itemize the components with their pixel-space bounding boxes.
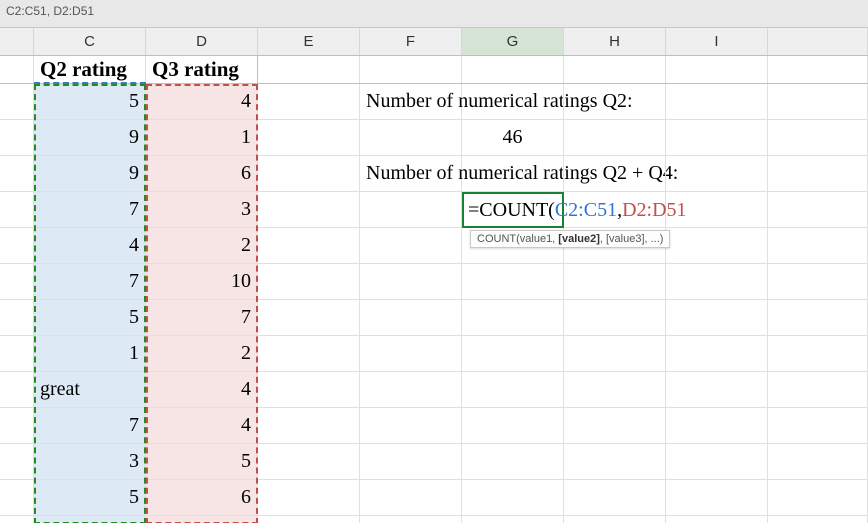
table-row: 3 5	[0, 444, 868, 480]
cell-D[interactable]: 6	[146, 156, 258, 191]
q2-count-value[interactable]: 46	[462, 120, 564, 155]
cell-D[interactable]: 2	[146, 336, 258, 371]
cell-C[interactable]: 5	[34, 480, 146, 515]
table-row: 4 2	[0, 228, 868, 264]
col-header-H[interactable]: H	[564, 28, 666, 55]
col-header-E[interactable]: E	[258, 28, 360, 55]
header-D[interactable]: Q3 rating	[146, 56, 258, 83]
cell-D[interactable]: 4	[146, 372, 258, 407]
col-header-F[interactable]: F	[360, 28, 462, 55]
cell-D[interactable]: 6	[146, 480, 258, 515]
table-row: 5 7	[0, 300, 868, 336]
cell-D[interactable]: 1	[146, 120, 258, 155]
header-C[interactable]: Q2 rating	[34, 56, 146, 83]
cell-C[interactable]: 4	[34, 228, 146, 263]
cell-C[interactable]: 7	[34, 408, 146, 443]
label-q2[interactable]: Number of numerical ratings Q2:	[360, 84, 462, 119]
cell-D[interactable]: 5	[146, 444, 258, 479]
formula-equals: =	[468, 199, 479, 222]
col-header-G[interactable]: G	[462, 28, 564, 55]
table-row: 7 4	[0, 408, 868, 444]
table-row: 9 6 Number of numerical ratings Q2 + Q4:	[0, 156, 868, 192]
table-row	[0, 516, 868, 523]
cell-D[interactable]: 4	[146, 408, 258, 443]
cell-D[interactable]: 3	[146, 192, 258, 227]
cell-reference-bar[interactable]: C2:C51, D2:D51	[0, 0, 868, 28]
cell-reference-text: C2:C51, D2:D51	[6, 4, 94, 18]
label-q24[interactable]: Number of numerical ratings Q2 + Q4:	[360, 156, 462, 191]
table-row: 9 1 46	[0, 120, 868, 156]
cell-C[interactable]: 1	[34, 336, 146, 371]
table-row: great 4	[0, 372, 868, 408]
spreadsheet-grid[interactable]: C D E F G H I Q2 rating Q3 rating 5 4 Nu…	[0, 28, 868, 523]
cell-C[interactable]: 5	[34, 84, 146, 119]
table-row: 5 6	[0, 480, 868, 516]
tooltip-pre: COUNT(value1,	[477, 233, 558, 245]
table-row: 7 10	[0, 264, 868, 300]
formula-range-1: C2:C51	[555, 199, 617, 222]
column-header-row: C D E F G H I	[0, 28, 868, 56]
cell-C[interactable]: 9	[34, 156, 146, 191]
cell-C[interactable]: 7	[34, 192, 146, 227]
cell-C[interactable]: great	[34, 372, 146, 407]
cell-C[interactable]: 7	[34, 264, 146, 299]
data-rows: Q2 rating Q3 rating 5 4 Number of numeri…	[0, 56, 868, 523]
formula-range-2: D2:D51	[622, 199, 686, 222]
table-row: 1 2	[0, 336, 868, 372]
col-header-D[interactable]: D	[146, 28, 258, 55]
tooltip-post: , [value3], ...)	[600, 233, 664, 245]
formula-function-name: COUNT	[479, 199, 548, 222]
cell-C[interactable]: 5	[34, 300, 146, 335]
corner-cell[interactable]	[0, 28, 34, 55]
formula-edit[interactable]: = COUNT ( C2:C51 , D2:D51	[468, 192, 687, 228]
col-header-C[interactable]: C	[34, 28, 146, 55]
col-header-I[interactable]: I	[666, 28, 768, 55]
table-row: 5 4 Number of numerical ratings Q2:	[0, 84, 868, 120]
table-header-row: Q2 rating Q3 rating	[0, 56, 868, 84]
formula-open-paren: (	[548, 199, 555, 222]
cell-D[interactable]: 4	[146, 84, 258, 119]
cell-C[interactable]: 9	[34, 120, 146, 155]
cell-D[interactable]: 2	[146, 228, 258, 263]
table-row: 7 3	[0, 192, 868, 228]
cell-D[interactable]: 10	[146, 264, 258, 299]
cell-C[interactable]: 3	[34, 444, 146, 479]
tooltip-bold: [value2]	[558, 233, 600, 245]
cell-D[interactable]: 7	[146, 300, 258, 335]
function-tooltip: COUNT(value1, [value2], [value3], ...)	[470, 230, 670, 248]
